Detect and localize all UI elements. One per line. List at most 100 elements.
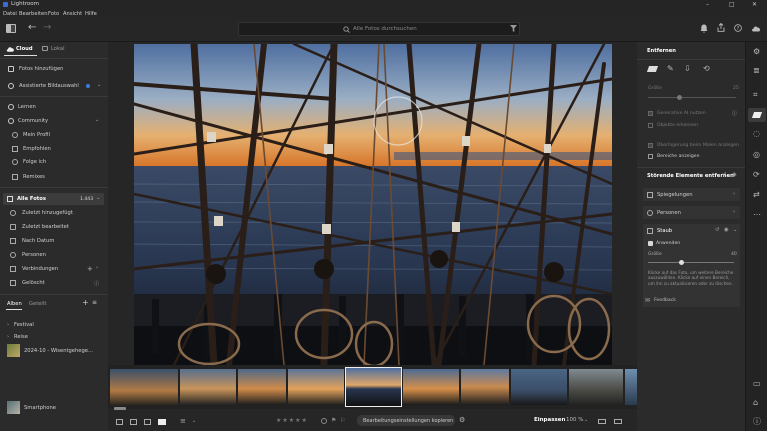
learn-item[interactable]: Lernen [0, 101, 108, 113]
add-album-icon[interactable]: + [82, 298, 89, 307]
chevron-down-icon[interactable]: ⌄ [584, 417, 588, 423]
album-smartphone[interactable]: Smartphone [0, 401, 108, 415]
color-label-icon[interactable] [321, 418, 327, 424]
album-folder-travel[interactable]: › Reise [0, 331, 108, 343]
comments-icon[interactable]: ▭ [753, 379, 761, 388]
assisted-culling-item[interactable]: Assistierte Bildauswahl ⌄ [0, 80, 108, 92]
sidebar-item-recently-added[interactable]: Zuletzt hinzugefügt [0, 207, 108, 219]
versions-icon[interactable]: ⟳ [753, 170, 760, 179]
tab-local[interactable]: Lokal [51, 46, 65, 52]
zoom-level[interactable]: 100 % [566, 417, 583, 423]
reset-icon[interactable]: ↺ [722, 172, 726, 178]
forward-arrow-icon[interactable]: → [43, 22, 51, 33]
compare-view-icon[interactable] [598, 419, 606, 424]
album-folder-festival[interactable]: › Festival [0, 319, 108, 331]
sidebar-item-all-photos[interactable]: Alle Fotos 1.443 ⌄ [3, 193, 104, 205]
tab-cloud[interactable]: Cloud [16, 46, 33, 52]
filmstrip-thumbnail[interactable] [461, 369, 509, 405]
loupe-view-icon[interactable] [158, 419, 166, 425]
filmstrip-thumbnail[interactable] [511, 369, 567, 405]
sidebar-item-deleted[interactable]: Gelöscht ⓘ [0, 277, 108, 289]
back-arrow-icon[interactable]: ← [28, 22, 36, 33]
eraser-icon[interactable] [646, 66, 659, 72]
visibility-icon[interactable]: ◉ [732, 172, 737, 178]
filmstrip-thumbnail[interactable] [288, 369, 344, 405]
sort-icon[interactable]: ≡ [92, 299, 97, 306]
filmstrip-thumbnail[interactable] [180, 369, 236, 405]
feedback-icon[interactable]: ✉ [645, 297, 650, 304]
before-after-icon[interactable] [614, 419, 622, 424]
info-icon[interactable]: ⓘ [732, 110, 737, 117]
presets-icon[interactable]: ≣ [753, 66, 760, 75]
show-areas-checkbox[interactable] [648, 154, 653, 159]
sidebar-item-by-date[interactable]: Nach Datum [0, 235, 108, 247]
copy-settings-button[interactable]: Bearbeitungseinstellungen kopieren [357, 415, 455, 426]
people-section[interactable]: Personen ‹ [643, 206, 740, 219]
menu-edit[interactable]: Bearbeiten [19, 11, 48, 17]
filmstrip-scrollbar[interactable] [114, 407, 126, 410]
notification-bell-icon[interactable] [700, 24, 708, 33]
star-rating[interactable]: ★★★★★ [276, 417, 308, 424]
add-photos-button[interactable]: Fotos hinzufügen [0, 63, 108, 75]
tag-icon[interactable]: ⌂ [753, 398, 758, 407]
grid-view-icon[interactable] [116, 419, 123, 425]
tab-shared[interactable]: Geteilt [29, 301, 46, 307]
red-eye-icon[interactable]: ◎ [753, 150, 760, 159]
size-slider-thumb[interactable] [677, 95, 682, 100]
edit-sliders-icon[interactable]: ⚙ [753, 47, 760, 56]
menu-help[interactable]: Hilfe [85, 11, 97, 17]
sidebar-item-my-profile[interactable]: Mein Profil [0, 129, 108, 141]
healing-bandage-icon[interactable]: ✎ [667, 64, 674, 73]
filmstrip-thumbnail[interactable] [569, 369, 623, 405]
detail-view-icon[interactable] [144, 419, 151, 425]
fit-zoom-button[interactable]: Einpassen [534, 417, 565, 423]
share-icon[interactable] [717, 23, 725, 32]
size-slider[interactable] [648, 97, 736, 98]
sidebar-item-connections[interactable]: Verbindungen + › [0, 263, 108, 275]
reset-icon[interactable]: ↺ [715, 227, 719, 233]
sidebar-item-people[interactable]: Personen [0, 249, 108, 261]
crop-icon[interactable]: ⌗ [753, 90, 758, 100]
visibility-icon[interactable]: ◉ [724, 227, 729, 233]
menu-file[interactable]: Datei [3, 11, 17, 17]
generative-ai-checkbox[interactable] [648, 111, 653, 116]
filmstrip-thumbnail[interactable] [238, 369, 286, 405]
feedback-link[interactable]: Feedback [654, 298, 676, 303]
dust-size-slider[interactable] [648, 262, 734, 263]
info-icon[interactable]: ⓘ [753, 416, 761, 427]
filmstrip-thumbnail[interactable] [403, 369, 459, 405]
community-item[interactable]: Community ⌄ [0, 115, 108, 127]
sidebar-item-remixes[interactable]: Remixes [0, 171, 108, 183]
detect-objects-checkbox[interactable] [648, 123, 653, 128]
help-icon[interactable]: ? [734, 24, 742, 32]
panel-toggle-icon[interactable] [6, 24, 16, 33]
filmstrip-thumbnail[interactable] [110, 369, 178, 405]
album-wisentgehege[interactable]: 2024-10 - Wisentgehege... [0, 344, 108, 358]
menu-photo[interactable]: Foto [48, 11, 59, 17]
content-aware-icon[interactable]: ⟲ [703, 64, 710, 73]
cloud-sync-icon[interactable] [751, 25, 761, 32]
settings-gear-icon[interactable]: ⚙ [459, 416, 465, 424]
sidebar-item-recently-edited[interactable]: Zuletzt bearbeitet [0, 221, 108, 233]
flag-icon[interactable]: ⚑ [331, 417, 336, 424]
dust-size-slider-thumb[interactable] [679, 260, 684, 265]
overlay-checkbox[interactable] [648, 143, 653, 148]
masking-icon[interactable]: ◌ [753, 129, 760, 138]
filter-icon[interactable] [510, 25, 517, 32]
close-icon[interactable]: ✕ [752, 1, 757, 8]
reflections-section[interactable]: Spiegelungen ‹ [643, 188, 740, 201]
more-options-icon[interactable]: ⋯ [753, 210, 761, 219]
minimize-icon[interactable]: – [706, 1, 709, 8]
add-connection-icon[interactable]: + [87, 265, 93, 273]
remove-tool-button-active[interactable] [748, 108, 766, 122]
reject-flag-icon[interactable]: ⚐ [340, 417, 345, 424]
apply-checkbox[interactable] [648, 241, 653, 246]
tab-albums[interactable]: Alben [7, 301, 22, 307]
chevron-down-icon[interactable]: ⌄ [192, 418, 196, 424]
clone-stamp-icon[interactable]: ⇩ [684, 64, 691, 73]
sidebar-item-following[interactable]: Folge ich [0, 156, 108, 168]
square-grid-icon[interactable] [130, 419, 137, 425]
sidebar-item-featured[interactable]: Empfohlen [0, 143, 108, 155]
chevron-down-icon[interactable]: ⌄ [733, 227, 737, 233]
maximize-icon[interactable]: □ [729, 1, 735, 8]
